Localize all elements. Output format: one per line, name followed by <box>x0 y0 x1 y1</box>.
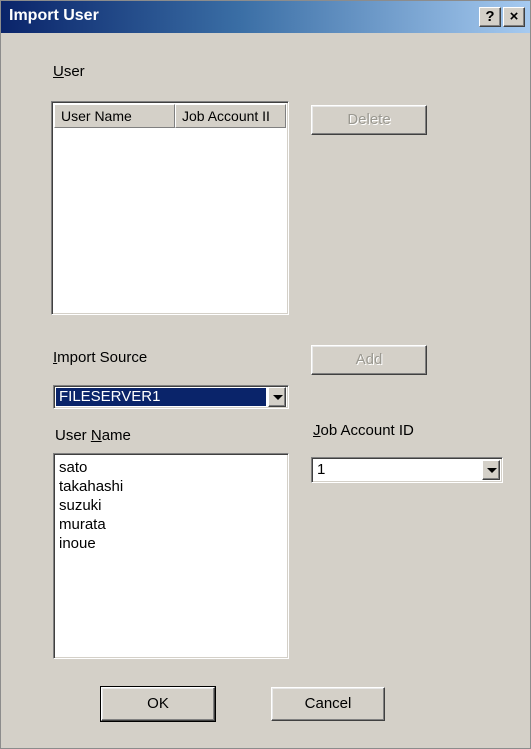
list-item[interactable]: takahashi <box>56 477 288 496</box>
job-account-id-label: Job Account ID <box>313 422 414 439</box>
chevron-down-icon <box>487 468 497 473</box>
chevron-down-icon <box>273 395 283 400</box>
job-account-id-dropdown-button[interactable] <box>482 460 500 480</box>
list-item[interactable]: suzuki <box>56 496 288 515</box>
list-item[interactable]: murata <box>56 515 288 534</box>
user-listview[interactable]: User Name Job Account II <box>51 101 289 315</box>
close-icon: × <box>509 8 519 25</box>
window-title: Import User <box>9 7 99 24</box>
column-header-user-name[interactable]: User Name <box>54 104 175 128</box>
delete-button[interactable]: Delete <box>311 105 427 135</box>
help-icon: ? <box>485 8 495 25</box>
user-name-label: User Name <box>55 427 131 444</box>
add-button[interactable]: Add <box>311 345 427 375</box>
list-item[interactable]: inoue <box>56 534 288 553</box>
job-account-id-combobox[interactable]: 1 <box>311 457 503 483</box>
import-source-dropdown-button[interactable] <box>268 387 286 407</box>
user-label: User <box>53 63 85 80</box>
ok-button[interactable]: OK <box>100 686 216 722</box>
cancel-button[interactable]: Cancel <box>271 687 385 721</box>
help-button[interactable]: ? <box>479 7 501 27</box>
import-source-combobox[interactable]: FILESERVER1 <box>53 385 289 409</box>
user-name-listbox[interactable]: sato takahashi suzuki murata inoue <box>53 453 289 659</box>
title-bar[interactable]: Import User ? × <box>1 1 530 33</box>
import-source-label: Import Source <box>53 349 148 366</box>
import-source-selected: FILESERVER1 <box>56 388 266 406</box>
column-header-job-account-id[interactable]: Job Account II <box>175 104 286 128</box>
import-user-dialog: Import User ? × User User Name Job Accou… <box>0 0 531 749</box>
close-button[interactable]: × <box>503 7 525 27</box>
list-item[interactable]: sato <box>56 458 288 477</box>
job-account-id-value: 1 <box>317 461 326 478</box>
